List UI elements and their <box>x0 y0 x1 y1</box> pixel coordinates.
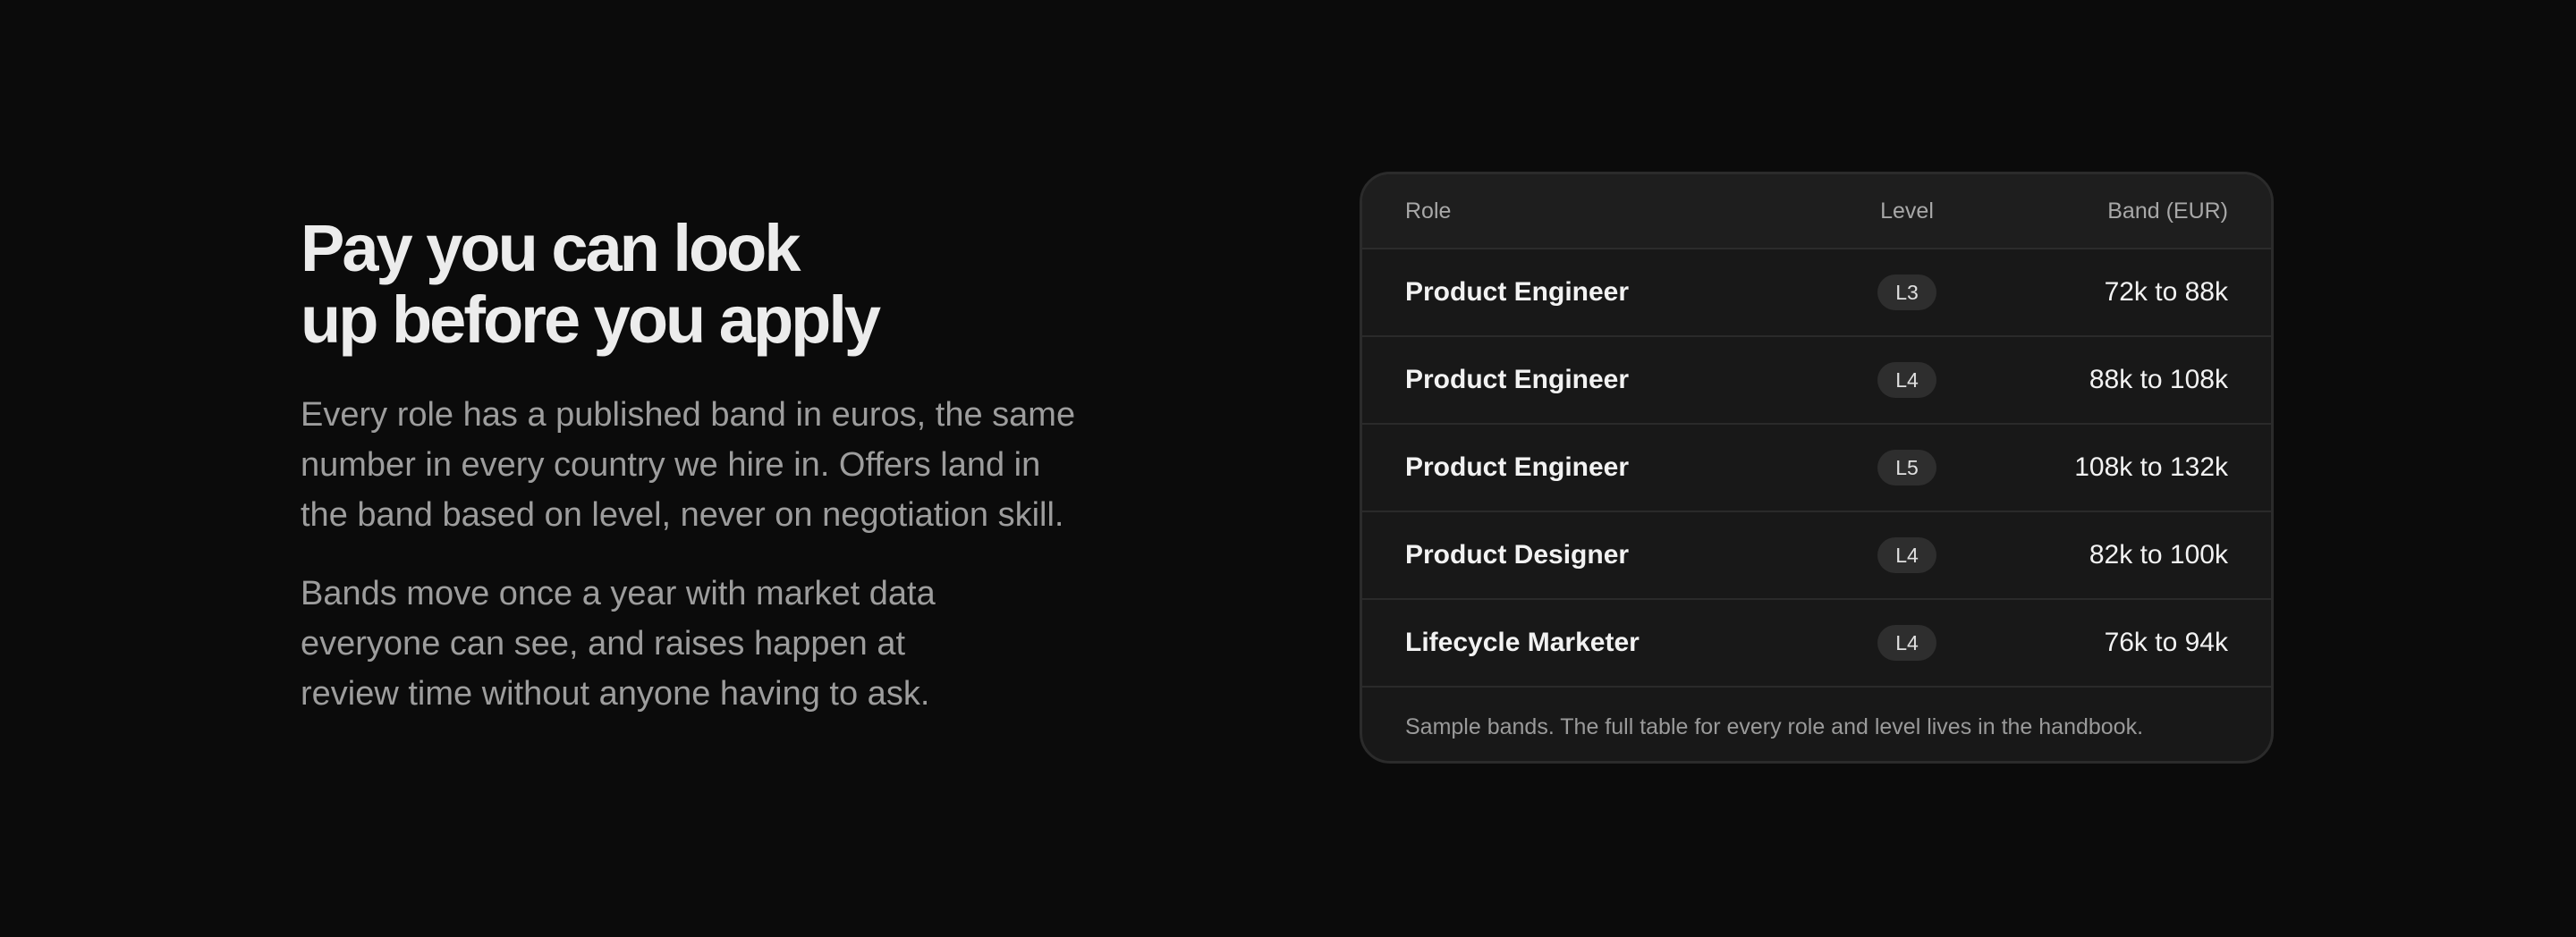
header-role: Role <box>1405 198 1452 224</box>
table-row: Product Engineer L4 88k to 108k <box>1362 337 2271 425</box>
bands-paragraph: Bands move once a year with market data … <box>301 575 936 713</box>
band-range: 82k to 100k <box>2089 540 2228 570</box>
table-row: Product Engineer L3 72k to 88k <box>1362 249 2271 337</box>
hero-section: Pay you can look up before you apply Eve… <box>301 213 1106 719</box>
role-name: Product Engineer <box>1405 277 1630 307</box>
table-header-row: Role Level Band (EUR) <box>1362 174 2271 249</box>
level-badge: L3 <box>1877 274 1936 310</box>
table-row: Product Engineer L5 108k to 132k <box>1362 425 2271 512</box>
role-name: Product Designer <box>1405 540 1630 570</box>
header-level: Level <box>1880 198 1934 224</box>
band-range: 72k to 88k <box>2104 277 2228 307</box>
band-range: 88k to 108k <box>2089 365 2228 394</box>
salary-bands-card: Role Level Band (EUR) Product Engineer L… <box>1360 172 2274 764</box>
band-range: 108k to 132k <box>2074 452 2228 482</box>
level-badge: L5 <box>1877 450 1936 485</box>
table-row: Product Designer L4 82k to 100k <box>1362 512 2271 600</box>
level-badge: L4 <box>1877 625 1936 661</box>
footnote-text: Sample bands. The full table for every r… <box>1405 713 2144 739</box>
band-range: 76k to 94k <box>2104 628 2228 657</box>
title-line-2: up before you apply <box>301 283 881 357</box>
page-title: Pay you can look up before you apply <box>301 213 1106 356</box>
role-name: Product Engineer <box>1405 365 1630 394</box>
table-footnote: Sample bands. The full table for every r… <box>1362 688 2271 761</box>
header-band: Band (EUR) <box>2107 198 2228 224</box>
role-name: Product Engineer <box>1405 452 1630 482</box>
table-row: Lifecycle Marketer L4 76k to 94k <box>1362 600 2271 688</box>
intro-paragraph: Every role has a published band in euros… <box>301 396 1076 534</box>
level-badge: L4 <box>1877 362 1936 398</box>
level-badge: L4 <box>1877 537 1936 573</box>
title-line-1: Pay you can look <box>301 211 801 285</box>
role-name: Lifecycle Marketer <box>1405 628 1640 657</box>
